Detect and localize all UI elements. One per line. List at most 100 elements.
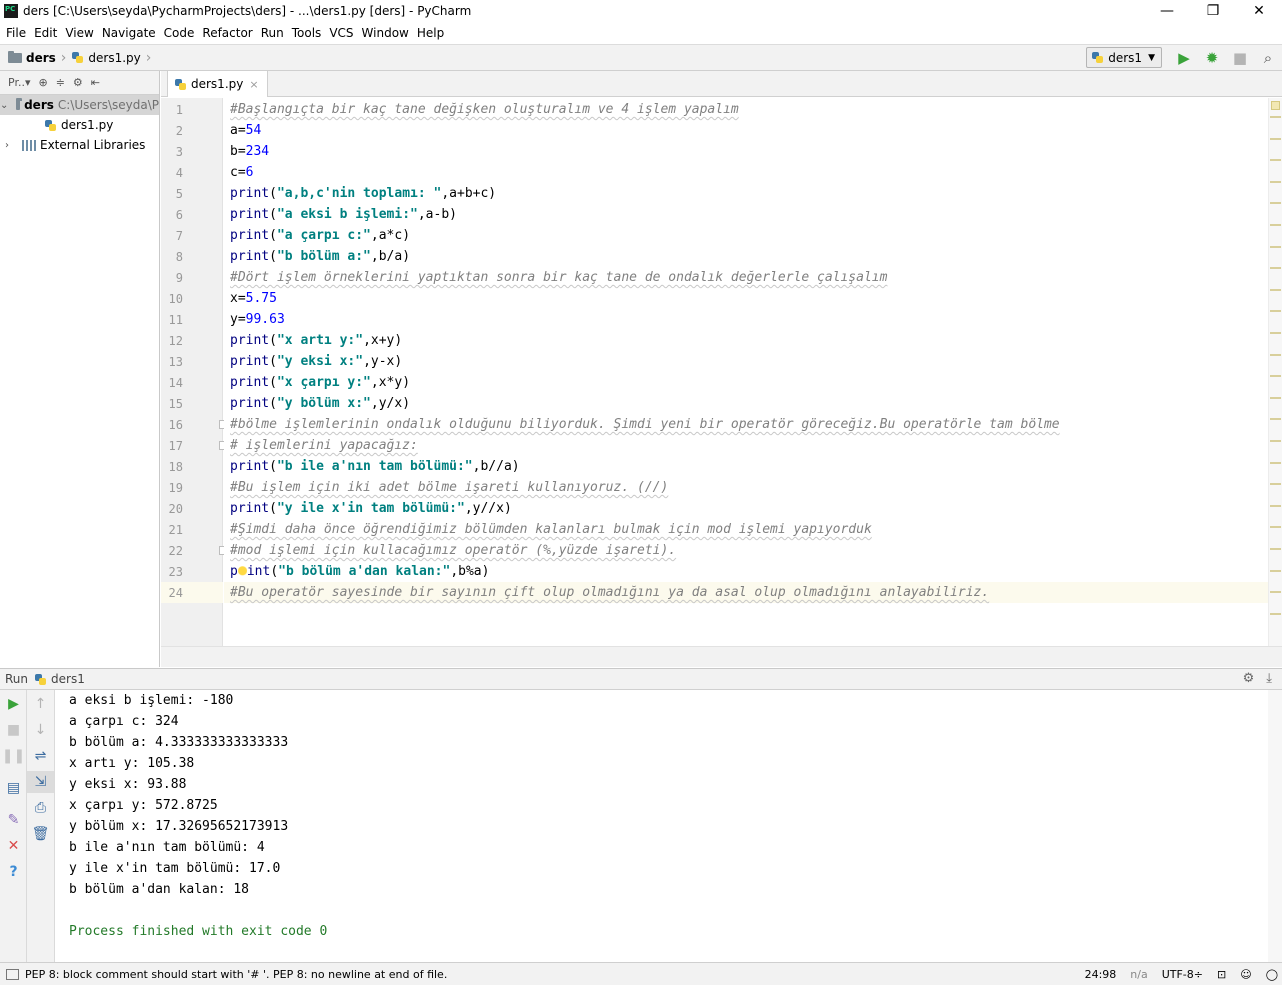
line-number[interactable]: 13 [161,355,183,369]
lock-icon[interactable]: ⊡ [1217,968,1226,981]
arrow-down-icon[interactable]: ↓ [27,719,54,741]
print-icon[interactable]: ⎙ [27,797,54,819]
warning-stripe-mark[interactable] [1270,267,1281,270]
run-console-output[interactable]: a eksi b işlemi: -180 a çarpı c: 324 b böl… [56,690,1282,962]
stop-icon[interactable]: ■ [0,719,27,741]
pin-icon[interactable]: ✎ [0,809,27,831]
hide-icon[interactable]: ⇤ [91,76,100,89]
line-number[interactable]: 1 [161,103,183,117]
stop-icon[interactable]: ■ [1226,45,1254,70]
arrow-up-icon[interactable]: ↑ [27,693,54,715]
inspection-indicator-icon[interactable] [1271,101,1280,110]
code-line[interactable]: #Başlangıçta bir kaç tane değişken oluşt… [230,99,739,120]
warning-stripe-mark[interactable] [1270,612,1281,615]
warning-stripe-mark[interactable] [1270,375,1281,378]
code-editor[interactable]: #Başlangıçta bir kaç tane değişken oluşt… [224,98,1268,646]
collapse-icon[interactable]: ≑ [56,76,65,89]
menu-vcs[interactable]: VCS [325,26,357,40]
warning-stripe-mark[interactable] [1270,526,1281,529]
search-icon[interactable]: ⌕ [1254,45,1282,70]
close-icon[interactable]: ✕ [0,835,27,857]
code-line[interactable]: #mod işlemi için kullacağımız operatör (… [230,540,676,561]
close-icon[interactable]: × [249,78,258,91]
code-line[interactable]: print("y bölüm x:",y/x) [230,393,410,414]
warning-stripe-mark[interactable] [1270,591,1281,594]
event-log-icon[interactable]: ◯ [1266,968,1278,981]
menu-help[interactable]: Help [413,26,448,40]
code-line[interactable]: #Dört işlem örneklerini yaptıktan sonra … [230,267,887,288]
line-number[interactable]: 11 [161,313,183,327]
run-config-select[interactable]: ders1 ▼ [1086,47,1162,68]
line-number[interactable]: 3 [161,145,183,159]
code-line[interactable]: print("b bölüm a:",b/a) [230,246,410,267]
code-line[interactable]: p int("b bölüm a'dan kalan:",b%a) [230,561,489,582]
line-number[interactable]: 5 [161,187,183,201]
warning-stripe-mark[interactable] [1270,461,1281,464]
code-line[interactable]: print("y eksi x:",y-x) [230,351,402,372]
code-line[interactable]: print("a çarpı c:",a*c) [230,225,410,246]
line-number[interactable]: 4 [161,166,183,180]
line-number[interactable]: 22 [161,544,183,558]
menu-edit[interactable]: Edit [30,26,61,40]
code-line[interactable]: #Bu operatör sayesinde bir sayının çift … [230,582,989,603]
code-line[interactable]: #bölme işlemlerinin ondalık olduğunu bil… [230,414,1060,435]
editor-scrollbar[interactable] [1268,98,1282,646]
help-icon[interactable]: ? [0,861,27,883]
code-line[interactable]: print("x çarpı y:",x*y) [230,372,410,393]
line-number[interactable]: 2 [161,124,183,138]
soft-wrap-icon[interactable]: ⇌ [27,745,54,767]
gear-icon[interactable]: ⚙ [73,76,83,89]
code-line[interactable]: a=54 [230,120,261,141]
warning-stripe-mark[interactable] [1270,332,1281,334]
rerun-icon[interactable]: ▶ [0,693,27,715]
warning-stripe-mark[interactable] [1270,418,1281,421]
warning-stripe-mark[interactable] [1270,353,1281,356]
menu-refactor[interactable]: Refactor [198,26,256,40]
warning-stripe-mark[interactable] [1270,137,1281,140]
line-number[interactable]: 24 [161,586,183,600]
code-line[interactable]: print("a,b,c'nin toplamı: ",a+b+c) [230,183,496,204]
code-line[interactable]: #Bu işlem için iki adet bölme işareti ku… [230,477,668,498]
line-number[interactable]: 15 [161,397,183,411]
encoding-status[interactable]: UTF-8÷ [1162,968,1203,981]
warning-stripe-mark[interactable] [1270,310,1281,313]
menu-window[interactable]: Window [358,26,413,40]
line-number[interactable]: 19 [161,481,183,495]
warning-stripe-mark[interactable] [1270,548,1281,550]
warning-stripe-mark[interactable] [1270,202,1281,205]
debug-icon[interactable]: ✹ [1198,45,1226,70]
warning-stripe-mark[interactable] [1270,288,1281,291]
run-panel-config[interactable]: ders1 [51,672,85,686]
warning-stripe-mark[interactable] [1270,504,1281,507]
code-line[interactable]: c=6 [230,162,253,183]
line-number[interactable]: 12 [161,334,183,348]
menu-navigate[interactable]: Navigate [98,26,160,40]
breadcrumb-file[interactable]: ders1.py [71,51,141,65]
tree-item-ders1-py[interactable]: ders1.py [0,115,159,135]
code-line[interactable]: # işlemlerini yapacağız: [230,435,418,456]
warning-stripe-mark[interactable] [1270,483,1281,486]
warning-stripe-mark[interactable] [1270,224,1281,226]
line-number[interactable]: 9 [161,271,183,285]
code-line[interactable]: print("x artı y:",x+y) [230,330,402,351]
lightbulb-icon[interactable] [237,565,247,578]
line-number[interactable]: 10 [161,292,183,306]
line-number[interactable]: 6 [161,208,183,222]
line-separator-status[interactable]: n/a [1130,968,1147,981]
line-number[interactable]: 8 [161,250,183,264]
line-number[interactable]: 23 [161,565,183,579]
menu-tools[interactable]: Tools [288,26,326,40]
tree-item-ders[interactable]: ⌄ ders C:\Users\seyda\P [0,95,159,115]
line-number[interactable]: 14 [161,376,183,390]
line-number[interactable]: 21 [161,523,183,537]
code-line[interactable]: print("y ile x'in tam bölümü:",y//x) [230,498,512,519]
run-icon[interactable]: ▶ [1170,45,1198,70]
menu-file[interactable]: File [2,26,30,40]
code-line[interactable]: x=5.75 [230,288,277,309]
code-line[interactable]: print("b ile a'nın tam bölümü:",b//a) [230,456,520,477]
warning-stripe-mark[interactable] [1270,396,1281,399]
warning-stripe-mark[interactable] [1270,245,1281,248]
line-number[interactable]: 16 [161,418,183,432]
warning-stripe-mark[interactable] [1270,116,1281,118]
tab-ders1-py[interactable]: ders1.py × [167,71,268,97]
